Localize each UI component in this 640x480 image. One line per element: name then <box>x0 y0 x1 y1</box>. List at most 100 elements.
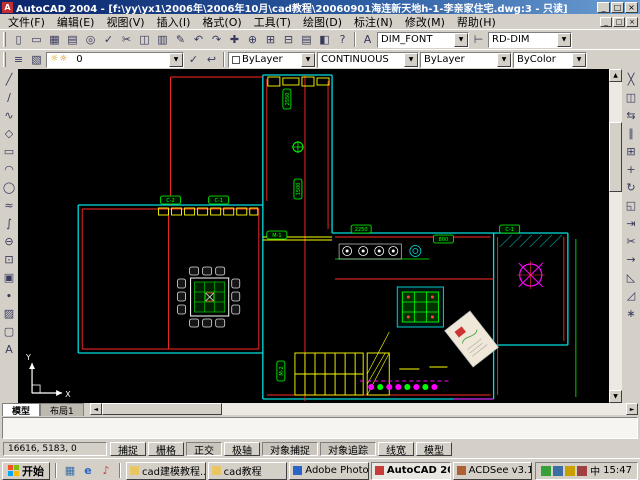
coordinates-readout[interactable]: 16616, 5183, 0 <box>3 442 107 456</box>
tab-layout1[interactable]: 布局1 <box>40 403 84 416</box>
spline-icon[interactable]: ∫ <box>1 215 18 232</box>
scroll-left-icon[interactable]: ◄ <box>90 403 102 415</box>
column-marker[interactable] <box>517 261 545 289</box>
mdi-restore-button[interactable]: □ <box>613 17 625 27</box>
dim-tag[interactable]: C-1 <box>209 196 229 204</box>
offset-icon[interactable]: ∥ <box>623 125 640 142</box>
chevron-down-icon[interactable]: ▼ <box>497 53 511 67</box>
command-window[interactable] <box>2 417 638 439</box>
arc-icon[interactable]: ◠ <box>1 161 18 178</box>
scroll-up-icon[interactable]: ▲ <box>609 69 622 82</box>
dot[interactable] <box>422 384 428 390</box>
layer-states-icon[interactable]: ▧ <box>28 51 45 68</box>
dim-style-dropdown[interactable]: RD-DIM ▼ <box>488 32 572 48</box>
line-icon[interactable]: ╱ <box>1 71 18 88</box>
rectangle-icon[interactable]: ▭ <box>1 143 18 160</box>
layer-previous-icon[interactable]: ↩ <box>203 51 220 68</box>
antivirus-tray-icon[interactable] <box>541 466 551 476</box>
save-icon[interactable]: ▦ <box>46 31 63 48</box>
volume-tray-icon[interactable] <box>553 466 563 476</box>
help-icon[interactable]: ? <box>334 31 351 48</box>
redo-icon[interactable]: ↷ <box>208 31 225 48</box>
undo-icon[interactable]: ↶ <box>190 31 207 48</box>
horizontal-scroll-thumb[interactable] <box>102 403 222 415</box>
chevron-down-icon[interactable]: ▼ <box>557 33 571 47</box>
circle-icon[interactable]: ◯ <box>1 179 18 196</box>
lines-green[interactable] <box>292 141 576 397</box>
menu-modify[interactable]: 修改(M) <box>399 14 451 30</box>
chevron-down-icon[interactable]: ▼ <box>454 33 468 47</box>
zoom-window-icon[interactable]: ⊞ <box>262 31 279 48</box>
dim-tag[interactable]: 800 <box>433 235 453 243</box>
copy-clip-icon[interactable]: ◫ <box>136 31 153 48</box>
menu-format[interactable]: 格式(O) <box>196 14 247 30</box>
dot[interactable] <box>413 384 419 390</box>
dim-tag[interactable]: M-1 <box>267 231 287 239</box>
menu-dimension[interactable]: 标注(N) <box>348 14 399 30</box>
minimize-button[interactable]: _ <box>597 2 610 13</box>
taskbar-task[interactable]: Adobe Photo... <box>289 462 369 480</box>
cut-icon[interactable]: ✂ <box>118 31 135 48</box>
point-icon[interactable]: ∙ <box>1 287 18 304</box>
menu-view[interactable]: 视图(V) <box>100 14 150 30</box>
rotate-icon[interactable]: ↻ <box>623 179 640 196</box>
array-icon[interactable]: ⊞ <box>623 143 640 160</box>
stove-burners[interactable] <box>339 244 421 259</box>
taskbar-task[interactable]: cad教程 <box>208 462 288 480</box>
ellipse-icon[interactable]: ⊖ <box>1 233 18 250</box>
insert-block-icon[interactable]: ⊡ <box>1 251 18 268</box>
clock[interactable]: 15:47 <box>603 465 632 476</box>
menu-edit[interactable]: 编辑(E) <box>51 14 101 30</box>
close-button[interactable]: × <box>625 2 638 13</box>
menu-file[interactable]: 文件(F) <box>2 14 51 30</box>
color-dropdown[interactable]: ByLayer ▼ <box>228 52 316 68</box>
status-ortho-button[interactable]: 正交 <box>186 442 222 456</box>
dot[interactable] <box>404 384 410 390</box>
mdi-minimize-button[interactable]: _ <box>600 17 612 27</box>
vertical-scroll-thumb[interactable] <box>609 122 622 192</box>
lineweight-dropdown[interactable]: ByLayer ▼ <box>420 52 512 68</box>
right-room-hatch[interactable] <box>500 235 562 247</box>
status-polar-button[interactable]: 极轴 <box>224 442 260 456</box>
dot[interactable] <box>368 384 374 390</box>
menu-tools[interactable]: 工具(T) <box>248 14 297 30</box>
network-tray-icon[interactable] <box>577 466 587 476</box>
explode-icon[interactable]: ∗ <box>623 305 640 322</box>
restore-button[interactable]: □ <box>611 2 624 13</box>
copy-object-icon[interactable]: ◫ <box>623 89 640 106</box>
region-icon[interactable]: ▢ <box>1 323 18 340</box>
menu-help[interactable]: 帮助(H) <box>451 14 502 30</box>
mdi-close-button[interactable]: × <box>626 17 638 27</box>
cad-drawing-svg[interactable]: 25501500M-1C-2C-12250C-1M-2800 Y X <box>18 69 609 403</box>
make-block-icon[interactable]: ▣ <box>1 269 18 286</box>
kitchen-table[interactable] <box>397 287 443 327</box>
status-snap-button[interactable]: 捕捉 <box>110 442 146 456</box>
start-button[interactable]: 开始 <box>2 462 50 480</box>
dim-tag[interactable]: 1500 <box>294 179 302 199</box>
hatch-icon[interactable]: ▨ <box>1 305 18 322</box>
text-style-dropdown[interactable]: DIM_FONT ▼ <box>377 32 469 48</box>
status-otrack-button[interactable]: 对象追踪 <box>320 442 376 456</box>
chevron-down-icon[interactable]: ▼ <box>404 53 418 67</box>
dot[interactable] <box>431 384 437 390</box>
dim-tag[interactable]: 2250 <box>351 225 371 233</box>
media-player-icon[interactable]: ♪ <box>98 463 114 479</box>
status-lwt-button[interactable]: 线宽 <box>378 442 414 456</box>
dim-tag[interactable]: 2550 <box>283 89 291 109</box>
polyline-icon[interactable]: ∿ <box>1 107 18 124</box>
dot[interactable] <box>395 384 401 390</box>
pan-icon[interactable]: ✚ <box>226 31 243 48</box>
show-desktop-icon[interactable]: ▦ <box>62 463 78 479</box>
zoom-realtime-icon[interactable]: ⊕ <box>244 31 261 48</box>
stretch-icon[interactable]: ⇥ <box>623 215 640 232</box>
new-file-icon[interactable]: ▯ <box>10 31 27 48</box>
erase-icon[interactable]: ╳ <box>623 71 640 88</box>
vertical-scrollbar[interactable]: ▲ ▼ <box>609 69 622 403</box>
scroll-right-icon[interactable]: ► <box>626 403 638 415</box>
layer-properties-icon[interactable]: ≡ <box>10 51 27 68</box>
internet-explorer-icon[interactable]: e <box>80 463 96 479</box>
taskbar-task[interactable]: cad建模教程... <box>126 462 206 480</box>
paste-icon[interactable]: ▥ <box>154 31 171 48</box>
dot[interactable] <box>386 384 392 390</box>
scroll-down-icon[interactable]: ▼ <box>609 390 622 403</box>
